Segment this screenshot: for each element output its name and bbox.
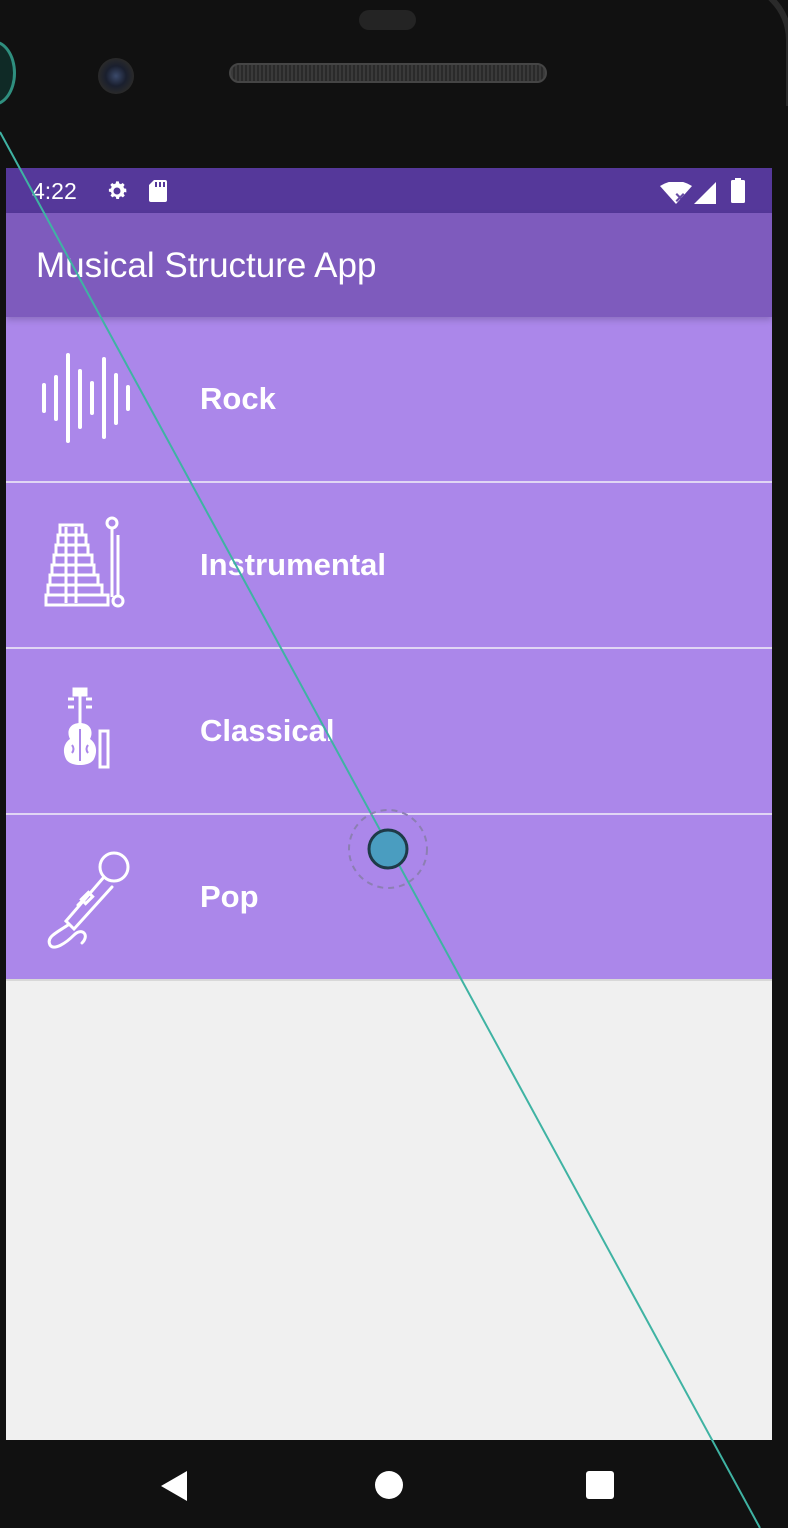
- status-bar: 4:22: [6, 168, 772, 213]
- earpiece: [359, 10, 416, 30]
- genre-item-classical[interactable]: Classical: [6, 649, 772, 815]
- wifi-icon: [660, 181, 692, 209]
- device-frame: 4:22 Musical Structure App Rock Instrume…: [0, 0, 788, 1528]
- genre-label: Classical: [200, 713, 335, 748]
- back-icon[interactable]: [161, 1471, 189, 1506]
- xylophone-icon: [36, 513, 140, 617]
- home-icon[interactable]: [375, 1471, 403, 1504]
- settings-icon: [105, 179, 129, 208]
- app-title: Musical Structure App: [36, 246, 377, 285]
- speaker-grille: [229, 63, 547, 83]
- screen: 4:22 Musical Structure App Rock Instrume…: [6, 168, 772, 1440]
- genre-item-instrumental[interactable]: Instrumental: [6, 483, 772, 649]
- signal-icon: [694, 182, 716, 209]
- sound-wave-icon: [36, 347, 140, 451]
- battery-icon: [731, 178, 745, 208]
- violin-icon: [36, 679, 140, 783]
- status-time: 4:22: [32, 178, 77, 204]
- recents-icon[interactable]: [586, 1471, 614, 1504]
- sd-card-icon: [149, 180, 167, 207]
- navigation-bar: [0, 1440, 788, 1528]
- device-edge: [706, 0, 788, 106]
- genre-label: Pop: [200, 879, 259, 914]
- microphone-icon: [36, 845, 140, 949]
- front-camera: [98, 58, 134, 94]
- app-bar: Musical Structure App: [6, 213, 772, 317]
- touch-point-indicator: [347, 808, 429, 890]
- genre-label: Rock: [200, 381, 276, 416]
- genre-item-rock[interactable]: Rock: [6, 317, 772, 483]
- proximity-sensor: [0, 40, 16, 106]
- genre-label: Instrumental: [200, 547, 387, 582]
